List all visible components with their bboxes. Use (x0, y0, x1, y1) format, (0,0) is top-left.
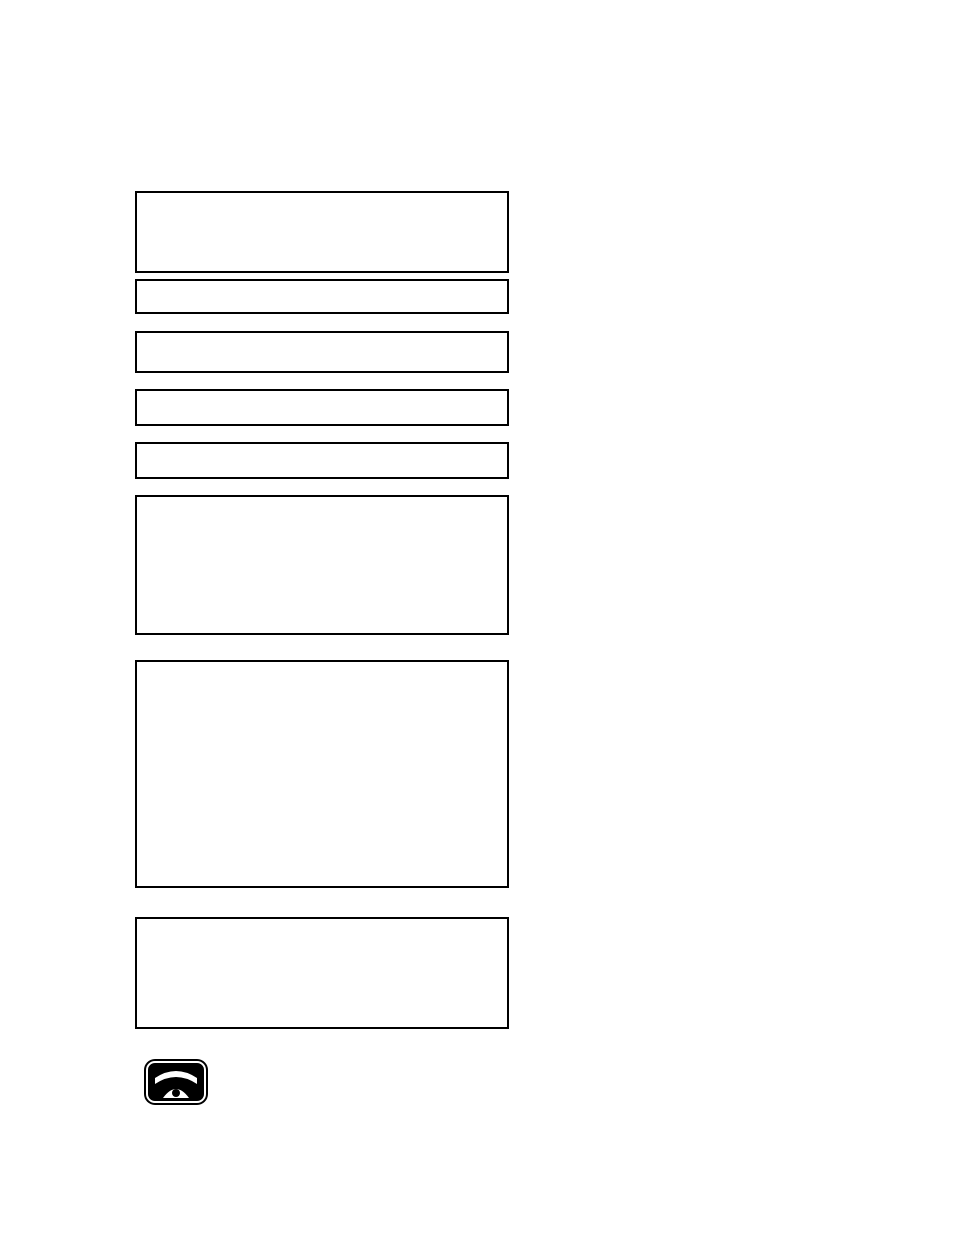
box-1 (135, 191, 509, 273)
box-5 (135, 442, 509, 479)
box-6 (135, 495, 509, 635)
box-8 (135, 917, 509, 1029)
box-7 (135, 660, 509, 888)
box-4 (135, 389, 509, 426)
page (0, 0, 954, 1235)
phone-icon (143, 1058, 209, 1106)
box-2 (135, 279, 509, 314)
box-3 (135, 331, 509, 373)
